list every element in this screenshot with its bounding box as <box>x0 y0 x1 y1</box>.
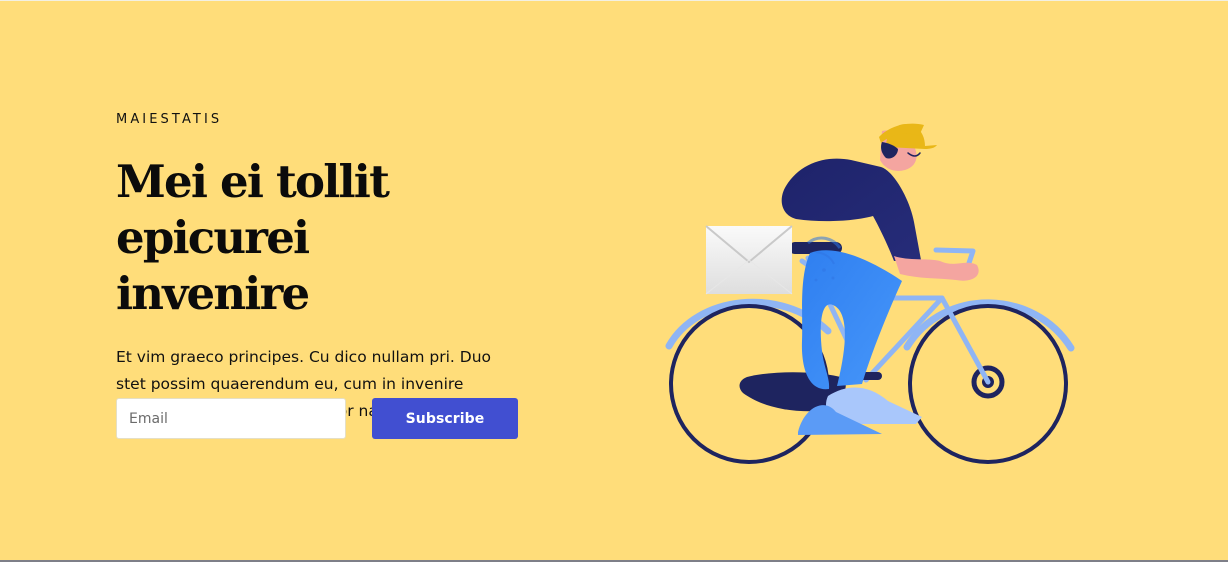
courier-bicycle-illustration <box>650 91 1080 481</box>
hero-eyebrow: MAIESTATIS <box>116 112 223 127</box>
subscribe-button[interactable]: Subscribe <box>372 398 518 439</box>
courier-riding-bicycle-illustration <box>665 123 1075 464</box>
hero-headline-line-1: Mei ei tollit <box>116 155 390 208</box>
email-input[interactable] <box>116 398 346 439</box>
hero-content: MAIESTATIS Mei ei tollit epicurei inveni… <box>116 111 546 425</box>
hero-headline-line-2: epicurei invenire <box>116 211 310 320</box>
hero-section: MAIESTATIS Mei ei tollit epicurei inveni… <box>0 0 1228 562</box>
subscribe-form: Subscribe <box>116 398 518 440</box>
mail-envelope-icon <box>705 225 793 295</box>
hero-headline: Mei ei tollit epicurei invenire <box>116 154 506 322</box>
